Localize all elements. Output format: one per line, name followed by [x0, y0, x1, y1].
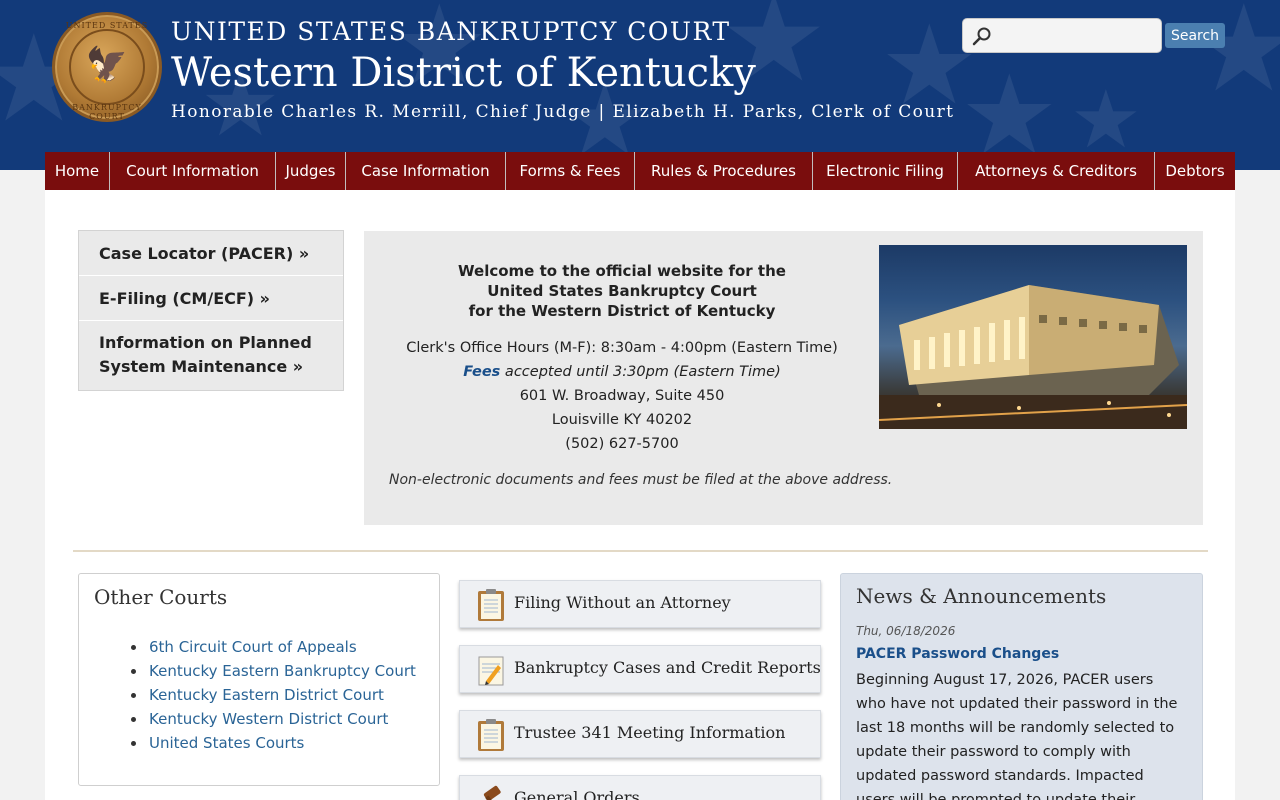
trustee-341-meeting-button[interactable]: Trustee 341 Meeting Information — [459, 710, 821, 758]
search-icon — [972, 27, 991, 46]
phone-number: (502) 627-5700 — [565, 436, 679, 452]
trustee-341-meeting-label: Trustee 341 Meeting Information — [514, 723, 786, 742]
other-courts-title: Other Courts — [94, 585, 228, 609]
seal-text-bottom: BANKRUPTCY COURT — [72, 103, 142, 121]
welcome-title-line: Welcome to the official website for the — [458, 262, 786, 280]
list-bullet — [131, 669, 136, 674]
clipboard-icon — [478, 589, 504, 621]
court-officials: Honorable Charles R. Merrill, Chief Judg… — [171, 102, 955, 122]
system-maintenance-link[interactable]: Information on Planned System Maintenanc… — [79, 331, 343, 379]
section-divider — [73, 550, 1208, 552]
nav-item-electronic-filing[interactable]: Electronic Filing — [813, 152, 958, 190]
news-date: Thu, 06/18/2026 — [856, 624, 956, 638]
system-maintenance-line2: System Maintenance » — [99, 357, 304, 376]
nav-item-judges[interactable]: Judges — [276, 152, 346, 190]
address-line1: 601 W. Broadway, Suite 450 — [519, 388, 725, 404]
address-line2: Louisville KY 40202 — [551, 412, 693, 428]
court-link-us-courts[interactable]: United States Courts — [149, 731, 304, 755]
courthouse-photo — [879, 245, 1187, 429]
nav-item-forms-fees[interactable]: Forms & Fees — [506, 152, 635, 190]
bankruptcy-credit-reports-label: Bankruptcy Cases and Credit Reports — [514, 658, 821, 677]
search-field[interactable] — [962, 18, 1162, 53]
clipboard-icon — [478, 719, 504, 751]
eagle-icon: 🦅 — [85, 45, 129, 85]
filing-without-attorney-label: Filing Without an Attorney — [514, 593, 731, 612]
quick-links-panel: Case Locator (PACER) » E-Filing (CM/ECF)… — [78, 230, 344, 391]
court-link-6th-circuit[interactable]: 6th Circuit Court of Appeals — [149, 635, 357, 659]
list-bullet — [131, 717, 136, 722]
search-button[interactable]: Search — [1165, 23, 1225, 48]
nav-item-case-information[interactable]: Case Information — [346, 152, 506, 190]
court-link-ky-western-district[interactable]: Kentucky Western District Court — [149, 707, 388, 731]
filing-without-attorney-button[interactable]: Filing Without an Attorney — [459, 580, 821, 628]
search-input[interactable] — [993, 25, 1153, 47]
seal-text-top: UNITED STATES — [65, 21, 149, 30]
nav-item-debtors[interactable]: Debtors — [1155, 152, 1235, 190]
fees-link[interactable]: Fees — [463, 364, 500, 380]
general-orders-button[interactable]: General Orders — [459, 775, 821, 800]
divider — [79, 320, 343, 321]
nav-item-attorneys-creditors[interactable]: Attorneys & Creditors — [958, 152, 1155, 190]
court-seal-logo[interactable]: UNITED STATES 🦅 BANKRUPTCY COURT — [52, 12, 162, 122]
court-name: UNITED STATES BANKRUPTCY COURT — [171, 17, 731, 46]
list-bullet — [131, 693, 136, 698]
courthouse-illustration — [879, 285, 1187, 429]
welcome-title-line: United States Bankruptcy Court — [487, 282, 757, 300]
news-body: Beginning August 17, 2026, PACER users w… — [856, 672, 1178, 800]
main-nav: Home Court Information Judges Case Infor… — [45, 152, 1235, 190]
office-hours: Clerk's Office Hours (M-F): 8:30am - 4:0… — [406, 340, 838, 356]
district-name[interactable]: Western District of Kentucky — [171, 50, 756, 96]
case-locator-link[interactable]: Case Locator (PACER) » — [79, 242, 343, 266]
welcome-title-line: for the Western District of Kentucky — [468, 302, 776, 320]
fees-line: Fees accepted until 3:30pm (Eastern Time… — [382, 360, 862, 384]
news-title: News & Announcements — [856, 584, 1107, 608]
court-link-ky-eastern-bankruptcy[interactable]: Kentucky Eastern Bankruptcy Court — [149, 659, 416, 683]
bankruptcy-credit-reports-button[interactable]: Bankruptcy Cases and Credit Reports — [459, 645, 821, 693]
nav-item-court-information[interactable]: Court Information — [110, 152, 276, 190]
fees-text: accepted until 3:30pm (Eastern Time) — [500, 364, 781, 380]
court-link-ky-eastern-district[interactable]: Kentucky Eastern District Court — [149, 683, 384, 707]
system-maintenance-line1: Information on Planned — [99, 333, 312, 352]
list-bullet — [131, 645, 136, 650]
e-filing-link[interactable]: E-Filing (CM/ECF) » — [79, 287, 343, 311]
notepad-pencil-icon — [478, 656, 504, 686]
nav-item-home[interactable]: Home — [45, 152, 110, 190]
list-bullet — [131, 741, 136, 746]
general-orders-label: General Orders — [514, 788, 640, 800]
filing-note: Non-electronic documents and fees must b… — [389, 472, 893, 488]
star-decoration: ★ — [1190, 0, 1280, 119]
news-headline-link[interactable]: PACER Password Changes — [856, 646, 1059, 662]
site-header: ★ ★ ★ ★ ★ ★ ★ ★ ★ UNITED STATES 🦅 BANKRU… — [0, 0, 1280, 170]
gavel-icon — [483, 785, 501, 800]
divider — [79, 275, 343, 276]
nav-item-rules-procedures[interactable]: Rules & Procedures — [635, 152, 813, 190]
star-decoration: ★ — [1070, 73, 1142, 166]
